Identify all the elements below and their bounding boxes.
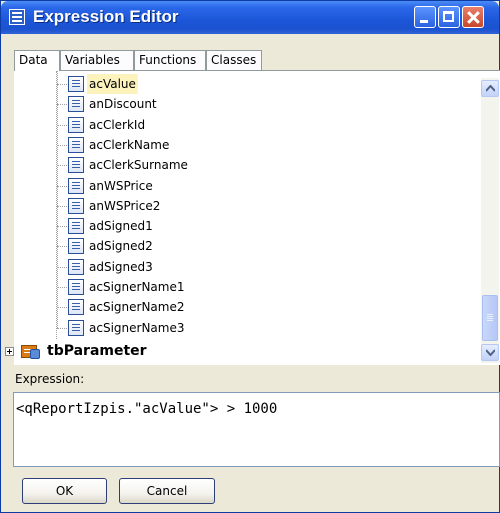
- tree-field-label: acSignerName2: [89, 300, 185, 314]
- field-icon: [68, 299, 84, 315]
- field-icon: [68, 238, 84, 254]
- tree-field-label: acSignerName3: [89, 321, 185, 335]
- tree-field-item[interactable]: anWSPrice: [1, 176, 471, 196]
- tree-connector: [57, 328, 67, 329]
- tab-classes[interactable]: Classes: [206, 50, 262, 70]
- tree-field-label: adSigned2: [89, 239, 153, 253]
- tree-connector: [57, 307, 67, 308]
- tree-node-tbparameter[interactable]: tbParameter: [47, 341, 147, 361]
- tab-data[interactable]: Data: [14, 50, 60, 71]
- ok-button[interactable]: OK: [22, 478, 107, 504]
- close-button[interactable]: [462, 6, 484, 28]
- cancel-button[interactable]: Cancel: [119, 478, 215, 504]
- scroll-thumb[interactable]: [482, 295, 498, 341]
- tree-field-label: anWSPrice2: [89, 199, 161, 213]
- tree-connector: [57, 226, 67, 227]
- tree-field-label: acValue: [87, 74, 138, 94]
- field-icon: [68, 157, 84, 173]
- field-icon: [68, 279, 84, 295]
- field-icon: [68, 96, 84, 112]
- tree-field-label: anDiscount: [89, 97, 157, 111]
- tree-field-item[interactable]: adSigned1: [1, 216, 471, 236]
- expression-label: Expression:: [15, 372, 85, 386]
- vertical-scrollbar[interactable]: [481, 78, 499, 363]
- tree-field-item[interactable]: adSigned2: [1, 236, 471, 256]
- tree-field-item[interactable]: acClerkName: [1, 135, 471, 155]
- app-icon[interactable]: [9, 9, 25, 25]
- tree-connector: [57, 287, 67, 288]
- tree-connector: [57, 165, 67, 166]
- minimize-button[interactable]: [414, 6, 436, 28]
- tree-connector: [57, 206, 67, 207]
- tree-field-label: adSigned3: [89, 260, 153, 274]
- field-icon: [68, 259, 84, 275]
- table-icon: [21, 341, 41, 359]
- field-icon: [68, 117, 84, 133]
- tree-field-label: acClerkId: [89, 118, 146, 132]
- tree-connector: [57, 145, 67, 146]
- tree-field-item[interactable]: acSignerName2: [1, 297, 471, 317]
- tree-connector: [57, 125, 67, 126]
- window-title: Expression Editor: [33, 7, 179, 26]
- tree-field-label: acSignerName1: [89, 280, 185, 294]
- expand-icon[interactable]: [5, 347, 14, 356]
- field-icon: [68, 137, 84, 153]
- tree-field-item[interactable]: anWSPrice2: [1, 196, 471, 216]
- tree-field-item[interactable]: acClerkSurname: [1, 155, 471, 175]
- tree-field-item[interactable]: acClerkId: [1, 115, 471, 135]
- expression-editor-window: Expression Editor Data Variables Functio…: [0, 0, 500, 513]
- title-bar[interactable]: Expression Editor: [1, 1, 499, 34]
- field-icon: [68, 320, 84, 336]
- tree-field-item[interactable]: acSignerName3: [1, 318, 471, 338]
- tree-field-item[interactable]: anDiscount: [1, 94, 471, 114]
- tree-connector: [57, 246, 67, 247]
- tree-field-label: acClerkSurname: [89, 158, 188, 172]
- tree-field-item[interactable]: acSignerName1: [1, 277, 471, 297]
- tab-variables[interactable]: Variables: [60, 50, 134, 70]
- scroll-down-button[interactable]: [481, 344, 499, 361]
- maximize-button[interactable]: [438, 6, 460, 28]
- field-icon: [68, 198, 84, 214]
- tree-field-label: acClerkName: [89, 138, 170, 152]
- scroll-up-button[interactable]: [481, 80, 499, 97]
- tree-field-label: anWSPrice: [89, 179, 153, 193]
- tree-field-item[interactable]: acValue: [1, 74, 471, 94]
- field-icon: [68, 76, 84, 92]
- tree-connector: [57, 186, 67, 187]
- field-icon: [68, 218, 84, 234]
- tree-connector: [57, 84, 67, 85]
- tree-connector: [57, 267, 67, 268]
- tree-connector: [57, 104, 67, 105]
- field-icon: [68, 178, 84, 194]
- tree-guide-line: [57, 71, 58, 328]
- tree-field-item[interactable]: adSigned3: [1, 257, 471, 277]
- tab-functions[interactable]: Functions: [134, 50, 206, 70]
- tree-field-label: adSigned1: [89, 219, 153, 233]
- expression-input[interactable]: <qReportIzpis."acValue"> > 1000: [13, 392, 500, 467]
